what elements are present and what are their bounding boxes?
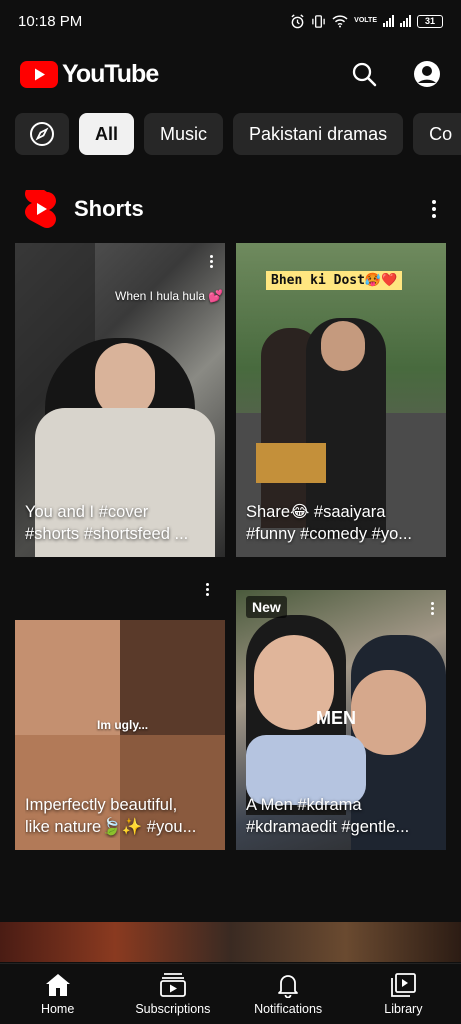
signal-icon [383,15,394,27]
youtube-play-icon [20,60,58,88]
alarm-icon [291,13,304,28]
shorts-header: Shorts [24,188,444,230]
battery-icon: 31 [417,14,443,28]
short-thumb-man-face [351,670,426,755]
nav-home-label: Home [40,1002,75,1016]
search-icon[interactable] [351,61,377,87]
short-overlay-text: When I hula hula 💕 [115,289,224,303]
short-thumb-face [95,343,155,418]
subscriptions-icon [159,973,186,997]
short-thumb-scarf [256,443,326,483]
short-overlay-text: Bhen ki Dost🥵❤️ [266,271,403,290]
bottom-nav: Home Subscriptions Notifications Library [0,963,461,1024]
chip-pakistani-dramas[interactable]: Pakistani dramas [233,113,404,155]
nav-library[interactable]: Library [346,964,461,1024]
short-caption-line2: #funny #comedy #yo... [246,525,413,543]
library-icon [391,973,417,997]
chip-all[interactable]: All [79,113,135,155]
short-thumb-face [321,321,365,371]
short-card[interactable]: New MEN A Men #kdrama #kdramaedit #gentl… [236,590,446,850]
wifi-icon [332,15,348,28]
bell-icon [278,975,299,998]
next-video-thumbnail[interactable] [0,922,461,962]
short-caption-line1: A Men #kdrama [246,796,362,814]
short-caption-line2: #shorts #shortsfeed ... [25,525,189,543]
short-caption-line2: #kdramaedit #gentle... [246,818,410,836]
short-caption: You and I #cover #shorts #shortsfeed ... [25,501,215,545]
short-caption: Imperfectly beautiful, like nature🍃✨ #yo… [25,794,215,838]
youtube-logo[interactable]: YouTube [20,59,159,89]
nav-home[interactable]: Home [0,964,115,1024]
nav-notifications[interactable]: Notifications [231,964,346,1024]
short-card[interactable]: When I hula hula 💕 You and I #cover #sho… [15,243,225,557]
vibrate-icon [312,14,325,28]
filter-chips: All Music Pakistani dramas Co [15,113,461,155]
short-caption-line1: Imperfectly beautiful, [25,796,178,814]
app-header: YouTube [0,48,461,100]
short-card[interactable]: Bhen ki Dost🥵❤️ Share😂 #saaiyara #funny … [236,243,446,557]
signal-icon-2 [400,15,411,27]
nav-library-label: Library [384,1002,423,1016]
nav-notifications-label: Notifications [254,1002,323,1016]
short-card[interactable]: Im ugly... Imperfectly beautiful, like n… [15,620,225,850]
account-icon[interactable] [413,60,441,88]
nav-subscriptions[interactable]: Subscriptions [115,964,230,1024]
shorts-logo-icon [25,190,56,228]
status-icons: VOLTE 31 [290,13,443,29]
chip-truncated[interactable]: Co [413,113,461,155]
shorts-menu-icon[interactable] [424,200,444,218]
short-overlay-text: Im ugly... [97,718,149,732]
short-menu-icon[interactable] [206,583,209,596]
short-caption-line1: Share😂 #saaiyara [246,503,386,521]
explore-chip[interactable] [15,113,69,155]
compass-icon [30,122,54,146]
short-menu-icon[interactable] [431,602,434,615]
shorts-title: Shorts [74,196,144,221]
short-caption: A Men #kdrama #kdramaedit #gentle... [246,794,436,838]
chip-music[interactable]: Music [144,113,224,155]
new-badge: New [246,596,287,618]
status-bar: 10:18 PM VOLTE 31 [0,0,461,42]
volte-label: VOLTE [354,17,377,24]
short-caption-line2: like nature🍃✨ #you... [25,818,197,836]
short-caption: Share😂 #saaiyara #funny #comedy #yo... [246,501,436,545]
short-menu-icon[interactable] [210,255,213,268]
home-icon [45,974,70,996]
nav-subscriptions-label: Subscriptions [135,1002,211,1016]
short-caption-line1: You and I #cover [25,503,149,521]
short-overlay-text: MEN [316,708,356,728]
logo-text: YouTube [62,59,159,88]
status-time: 10:18 PM [18,12,83,30]
